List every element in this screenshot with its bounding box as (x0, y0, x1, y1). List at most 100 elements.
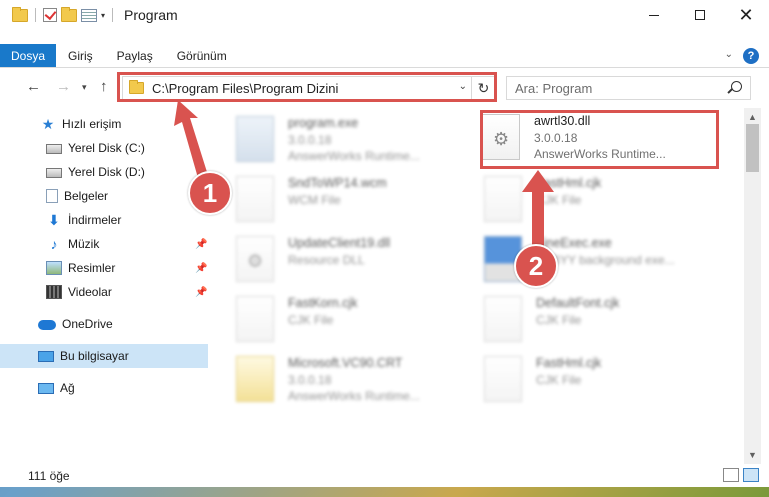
computer-icon (38, 350, 54, 362)
sidebar-item-music[interactable]: ♪ Müzik 📌 (0, 232, 208, 256)
package-icon (236, 356, 274, 402)
maximize-icon (695, 10, 705, 20)
file-item[interactable]: Microsoft.VC90.CRT 3.0.0.18 AnswerWorks Ru… (236, 354, 476, 410)
chevron-down-icon[interactable]: ⌄ (725, 49, 733, 60)
sidebar-item-network[interactable]: Ağ (0, 376, 208, 400)
new-folder-icon[interactable] (61, 6, 77, 22)
sidebar-item-label: İndirmeler (68, 213, 122, 227)
sidebar-item-label: Bu bilgisayar (60, 349, 129, 363)
sidebar-item-label: Yerel Disk (D:) (68, 165, 145, 179)
sidebar-item-label: Hızlı erişim (62, 117, 122, 131)
file-name: SndToWP14.wcm (288, 176, 387, 190)
tab-home[interactable]: Giriş (56, 44, 105, 67)
file-type: CJK File (288, 313, 334, 327)
music-icon: ♪ (50, 236, 58, 252)
sidebar-item-downloads[interactable]: ⬇ İndirmeler (0, 208, 208, 232)
explorer-window: ▾ Program ✕ Dosya Giriş Paylaş Görünüm ⌄… (0, 0, 769, 487)
divider (112, 8, 114, 22)
videos-icon (46, 285, 62, 299)
file-name: Microsoft.VC90.CRT (288, 356, 403, 370)
file-version: 3.0.0.18 (288, 373, 332, 387)
exe-file-icon (236, 116, 274, 162)
back-arrow-icon[interactable]: ← (26, 78, 41, 95)
help-icon[interactable]: ? (743, 48, 759, 64)
file-description: AnswerWorks Runtime... (288, 389, 420, 403)
target-file-highlight (480, 110, 719, 169)
drive-icon (46, 144, 62, 154)
pin-icon[interactable]: 📌 (195, 263, 207, 274)
title-bar: ▾ Program ✕ (0, 0, 769, 30)
file-item[interactable]: SndToWP14.wcm WCM File (236, 174, 476, 230)
file-item[interactable]: FastKorn.cjk CJK File (236, 294, 476, 350)
file-type: WCM File (288, 193, 341, 207)
sidebar-item-pictures[interactable]: Resimler 📌 (0, 256, 208, 280)
file-item[interactable]: UpdateClient19.dll Resource DLL (236, 234, 476, 290)
window-title: Program (124, 7, 178, 23)
quick-access-toolbar: ▾ (0, 0, 116, 30)
file-name: UpdateClient19.dll (288, 236, 391, 250)
sidebar-item-this-pc[interactable]: Bu bilgisayar (0, 344, 208, 368)
window-controls: ✕ (631, 0, 769, 30)
sidebar-item-label: Yerel Disk (C:) (68, 141, 145, 155)
scroll-down-icon[interactable]: ▼ (748, 450, 757, 460)
documents-icon (46, 189, 58, 203)
file-item[interactable]: DefaultFont.cjk CJK File (484, 294, 724, 350)
up-arrow-icon[interactable]: ↑ (100, 78, 108, 95)
sidebar-item-label: Videolar (68, 285, 112, 299)
divider (35, 8, 36, 22)
customize-toolbar-icon[interactable] (81, 8, 97, 22)
sidebar-item-label: Resimler (68, 261, 116, 275)
file-icon (484, 176, 522, 222)
download-icon: ⬇ (48, 212, 60, 228)
search-input[interactable] (515, 80, 715, 96)
tab-file[interactable]: Dosya (0, 44, 56, 67)
file-item[interactable]: FastHml.cjk CJK File (484, 354, 724, 410)
status-bar: 111 öğe (0, 464, 769, 487)
sidebar-item-label: OneDrive (62, 317, 113, 331)
sidebar-item-label: Müzik (68, 237, 100, 251)
pin-icon[interactable]: 📌 (195, 239, 207, 250)
file-name: DefaultFont.cjk (536, 296, 620, 310)
tab-view[interactable]: Görünüm (165, 44, 239, 67)
file-item[interactable]: program.exe 3.0.0.18 AnswerWorks Runtime..… (236, 114, 476, 170)
close-icon: ✕ (738, 4, 754, 25)
dll-file-icon (236, 236, 274, 282)
tab-share[interactable]: Paylaş (105, 44, 165, 67)
properties-check-icon[interactable] (43, 8, 57, 22)
vertical-scrollbar[interactable]: ▲ ▼ (744, 108, 761, 464)
sidebar-item-label: Ağ (60, 381, 75, 395)
sidebar-item-label: Belgeler (64, 189, 109, 203)
scroll-up-icon[interactable]: ▲ (748, 112, 757, 122)
file-icon (484, 356, 522, 402)
cloud-icon (38, 320, 56, 330)
ribbon-tabs: Dosya Giriş Paylaş Görünüm ⌄ ? (0, 44, 769, 68)
details-view-icon[interactable] (723, 468, 739, 482)
sidebar-item-videos[interactable]: Videolar 📌 (0, 280, 208, 304)
file-icon (236, 176, 274, 222)
file-icon (236, 296, 274, 342)
network-icon (38, 382, 54, 394)
file-type: CJK File (536, 313, 582, 327)
search-icon[interactable] (731, 81, 742, 92)
star-icon: ★ (41, 116, 55, 132)
close-button[interactable]: ✕ (723, 0, 769, 30)
file-version: 3.0.0.18 (288, 133, 332, 147)
view-toggle (723, 468, 759, 482)
search-box[interactable] (506, 76, 751, 100)
pictures-icon (46, 261, 62, 275)
minimize-button[interactable] (631, 0, 677, 30)
scrollbar-thumb[interactable] (746, 124, 759, 172)
drive-icon (46, 168, 62, 178)
file-type: CJK File (536, 373, 582, 387)
maximize-button[interactable] (677, 0, 723, 30)
minimize-icon (649, 14, 659, 16)
forward-arrow-icon[interactable]: → (56, 78, 71, 95)
chevron-down-icon[interactable]: ▾ (101, 11, 105, 20)
recent-locations-chevron-icon[interactable]: ▾ (82, 82, 87, 93)
file-name: program.exe (288, 116, 359, 130)
step-marker-1: 1 (188, 171, 232, 215)
sidebar-item-onedrive[interactable]: OneDrive (0, 312, 208, 336)
large-icons-view-icon[interactable] (743, 468, 759, 482)
pin-icon[interactable]: 📌 (195, 287, 207, 298)
folder-icon (12, 6, 28, 22)
